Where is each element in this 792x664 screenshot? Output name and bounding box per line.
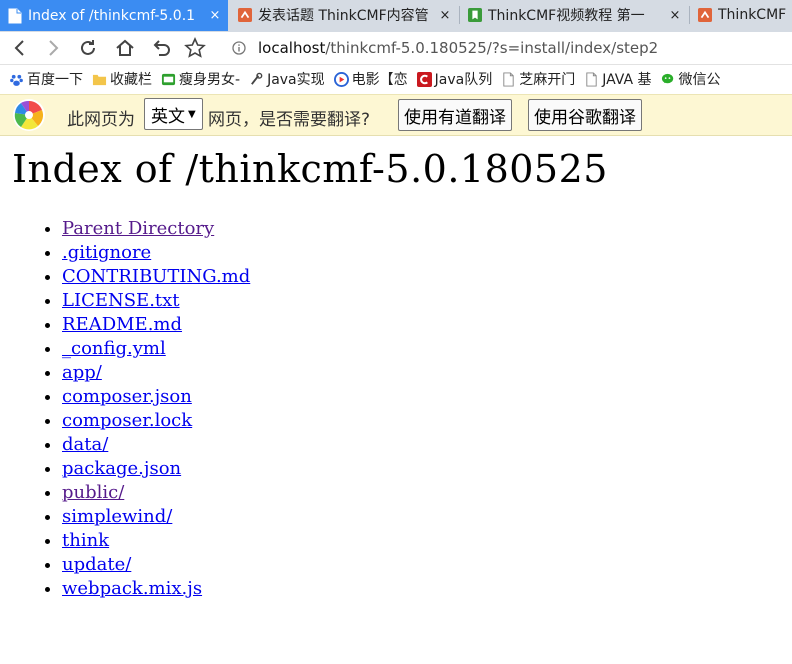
star-icon[interactable] [184,37,206,59]
directory-listing: Parent Directory .gitignore CONTRIBUTING.m… [0,217,792,601]
directory-link[interactable]: app/ [62,362,102,383]
bookmark-label: JAVA 基 [602,72,652,88]
directory-link[interactable]: think [62,530,109,551]
tab-strip: Index of /thinkcmf-5.0.1 × 发表话题 ThinkCMF… [0,0,792,32]
bookmark-item[interactable]: 电影【恋 [333,69,408,89]
page-icon [501,71,516,87]
list-item: package.json [62,457,792,481]
list-item: webpack.mix.js [62,577,792,601]
directory-link[interactable]: LICENSE.txt [62,290,180,311]
youdao-translate-button[interactable]: 使用有道翻译 [398,99,512,131]
tab-post-topic[interactable]: 发表话题 ThinkCMF内容管 × [230,0,458,30]
list-item: README.md [62,313,792,337]
thinkcmf-icon [698,8,712,22]
home-icon[interactable] [114,37,136,59]
tab-title: ThinkCMF [718,7,787,23]
bookmark-item[interactable]: Java队列 [416,69,493,89]
spoon-icon [249,72,264,87]
directory-link[interactable]: webpack.mix.js [62,578,202,599]
language-select[interactable]: 英文 ▼ [144,98,203,130]
list-item: LICENSE.txt [62,289,792,313]
translate-bar: 此网页为 英文 ▼ 网页，是否需要翻译? 使用有道翻译 使用谷歌翻译 [0,94,792,136]
bookmarks-bar: 百度一下 收藏栏 瘦身男女- Java实现 电影【恋 Java队列 芝麻开门 JAVA 基 微信… [0,65,792,93]
dropdown-arrow-icon: ▼ [188,108,196,120]
tab-title: 发表话题 ThinkCMF内容管 [258,8,429,24]
list-item: simplewind/ [62,505,792,529]
reload-icon[interactable] [77,37,99,59]
bookmark-label: 百度一下 [27,72,83,88]
tab-close-icon[interactable]: × [436,8,454,23]
list-item: app/ [62,361,792,385]
translate-prefix-text: 此网页为 [67,110,135,130]
bookmark-label: 收藏栏 [110,72,152,88]
navigation-bar: localhost/thinkcmf-5.0.180525/?s=install… [0,32,792,65]
url-path: /thinkcmf-5.0.180525/?s=install/index/st… [325,39,659,57]
page-title: Index of /thinkcmf-5.0.180525 [12,147,608,191]
page-content: Index of /thinkcmf-5.0.180525 Parent Dir… [0,137,792,601]
play-icon [333,71,349,87]
paw-icon [9,72,24,87]
wechat-icon [661,72,676,87]
bookmark-label: Java队列 [434,72,493,88]
browser-logo-icon [13,99,45,131]
list-item: think [62,529,792,553]
bookmark-item[interactable]: JAVA 基 [584,69,652,89]
language-select-value: 英文 [151,106,185,127]
forward-icon[interactable] [42,37,64,59]
directory-link[interactable]: package.json [62,458,181,479]
bookmark-label: 瘦身男女- [179,72,241,88]
bookmark-item[interactable]: 百度一下 [9,69,83,89]
directory-link[interactable]: .gitignore [62,242,151,263]
bookmark-item[interactable]: 收藏栏 [92,69,152,89]
url-host: localhost [258,39,326,57]
tab-close-icon[interactable]: × [206,8,224,23]
list-item: composer.json [62,385,792,409]
directory-link[interactable]: composer.json [62,386,192,407]
address-bar[interactable]: localhost/thinkcmf-5.0.180525/?s=install… [258,36,658,60]
back-icon[interactable] [9,37,31,59]
bookmark-item[interactable]: 微信公 [661,69,721,89]
list-item: _config.yml [62,337,792,361]
bookmark-item[interactable]: 芝麻开门 [501,69,575,89]
bookmark-item[interactable]: Java实现 [249,69,325,89]
directory-link[interactable]: public/ [62,482,124,503]
bookmark-label: 电影【恋 [351,72,408,88]
bookmark-green-icon [468,8,482,22]
list-item: .gitignore [62,241,792,265]
tab-title: ThinkCMF视频教程 第一 [488,8,645,24]
directory-link[interactable]: CONTRIBUTING.md [62,266,250,287]
page-icon [584,71,599,87]
page-icon [8,8,22,23]
list-item: Parent Directory [62,217,792,241]
bookmark-label: 微信公 [678,72,721,88]
list-item: composer.lock [62,409,792,433]
translate-suffix-text: 网页，是否需要翻译? [208,110,371,130]
bookmark-item[interactable]: 瘦身男女- [161,69,240,89]
directory-link[interactable]: _config.yml [62,338,166,359]
thinkcmf-icon [238,8,252,22]
tab-title: Index of /thinkcmf-5.0.1 [28,7,196,24]
folder-icon [92,72,107,87]
list-item: public/ [62,481,792,505]
bookmark-label: 芝麻开门 [519,72,576,88]
list-item: data/ [62,433,792,457]
tab-thinkcmf[interactable]: ThinkCMF [690,0,792,30]
directory-link[interactable]: data/ [62,434,108,455]
directory-link[interactable]: composer.lock [62,410,192,431]
undo-icon[interactable] [150,37,172,59]
google-translate-button[interactable]: 使用谷歌翻译 [528,99,642,131]
list-item: update/ [62,553,792,577]
bookmark-label: Java实现 [267,72,325,88]
tab-video-tutorial[interactable]: ThinkCMF视频教程 第一 × [460,0,688,30]
tab-close-icon[interactable]: × [666,8,684,23]
info-icon[interactable] [232,41,246,55]
csdn-icon [416,71,432,87]
iqiyi-icon [161,72,176,87]
list-item: CONTRIBUTING.md [62,265,792,289]
directory-link[interactable]: Parent Directory [62,218,214,239]
tab-index-of-thinkcmf[interactable]: Index of /thinkcmf-5.0.1 × [0,0,228,31]
directory-link[interactable]: simplewind/ [62,506,172,527]
directory-link[interactable]: update/ [62,554,131,575]
directory-link[interactable]: README.md [62,314,182,335]
